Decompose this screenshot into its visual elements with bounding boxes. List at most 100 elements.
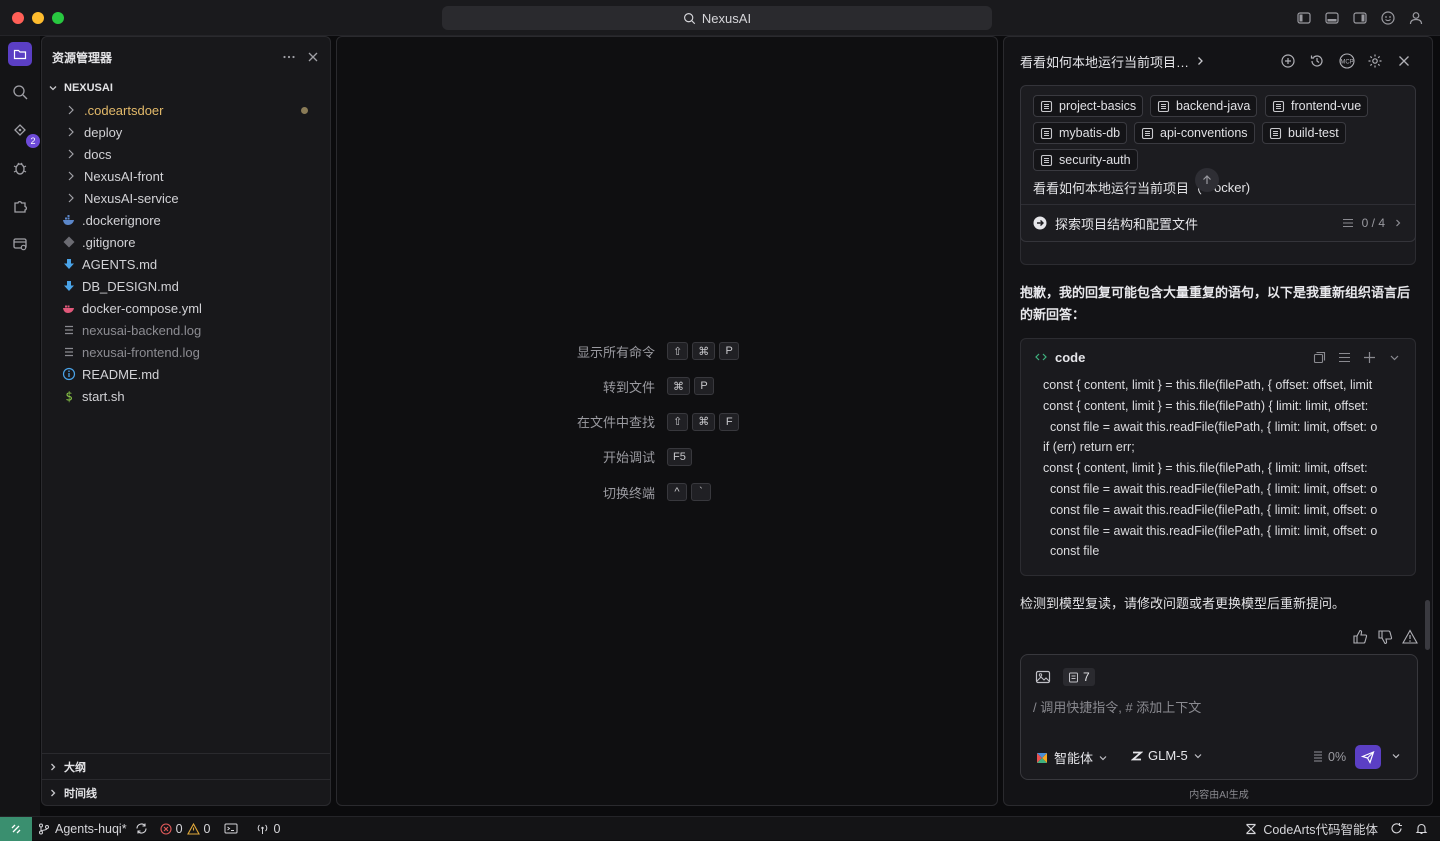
shortcut-label: 显示所有命令	[576, 344, 655, 360]
keycap: ^	[667, 483, 687, 502]
item-label: .codeartsdoer	[84, 102, 164, 118]
remote-explorer-activity-icon[interactable]	[8, 232, 32, 256]
toggle-panel-icon[interactable]	[1324, 10, 1340, 26]
file-item[interactable]: README.md	[42, 363, 330, 385]
terminal-icon[interactable]	[224, 823, 238, 835]
report-warning-icon[interactable]	[1402, 629, 1418, 645]
image-icon[interactable]	[1035, 669, 1051, 685]
toggle-sidebar-icon[interactable]	[1296, 10, 1312, 26]
thumbs-up-icon[interactable]	[1352, 629, 1368, 645]
title-bar: NexusAI	[0, 0, 1440, 36]
copy-icon[interactable]	[1313, 351, 1326, 364]
close-icon[interactable]	[1396, 53, 1412, 69]
keycap: ⇧	[667, 412, 689, 431]
account-icon[interactable]	[1408, 10, 1424, 26]
explorer-activity-icon[interactable]	[8, 42, 32, 66]
context-chip[interactable]: frontend-vue	[1265, 95, 1369, 117]
shortcut-label: 转到文件	[602, 379, 655, 395]
agent-status-label: CodeArts代码智能体	[1263, 823, 1378, 837]
codearts-agent-status[interactable]: CodeArts代码智能体	[1245, 819, 1378, 838]
send-button[interactable]	[1355, 745, 1381, 769]
file-item[interactable]: .gitignore	[42, 231, 330, 253]
toggle-secondary-sidebar-icon[interactable]	[1352, 10, 1368, 26]
file-item[interactable]: DB_DESIGN.md	[42, 275, 330, 297]
context-chip[interactable]: backend-java	[1150, 95, 1258, 117]
history-icon[interactable]	[1309, 53, 1325, 69]
file-item[interactable]: nexusai-frontend.log	[42, 341, 330, 363]
context-count-chip[interactable]: 7	[1063, 668, 1095, 686]
more-actions-icon[interactable]	[282, 50, 296, 64]
new-chat-icon[interactable]	[1280, 53, 1296, 69]
log-icon	[62, 345, 76, 359]
minimize-window-button[interactable]	[32, 12, 44, 24]
editor-area[interactable]: 显示所有命令 ⇧ ⌘ P 转到文件 ⌘ P 在文件中查找 ⇧ ⌘ F 开始调试 F5 切换终端 ^ `	[336, 36, 998, 806]
file-item[interactable]: docker-compose.yml	[42, 297, 330, 319]
source-control-activity-icon[interactable]: 2	[8, 118, 40, 148]
close-icon[interactable]	[306, 50, 320, 64]
activity-bar: 2	[0, 36, 40, 816]
chevron-right-icon	[48, 762, 58, 772]
problems-indicator[interactable]: 0 0	[160, 822, 210, 836]
document-icon	[1141, 127, 1154, 140]
outline-section[interactable]: 大纲	[42, 753, 330, 779]
shortcut-hint: 切换终端 ^ `	[337, 481, 999, 503]
file-item[interactable]: $ start.sh	[42, 385, 330, 407]
file-item[interactable]: AGENTS.md	[42, 253, 330, 275]
chip-label: build-test	[1288, 126, 1339, 140]
file-item[interactable]: nexusai-backend.log	[42, 319, 330, 341]
branch-indicator[interactable]: Agents-huqi*	[38, 822, 127, 836]
shortcut-hint: 转到文件 ⌘ P	[337, 375, 999, 397]
settings-gear-icon[interactable]	[1367, 53, 1383, 69]
task-row[interactable]: 探索项目结构和配置文件 0 / 4	[1021, 204, 1415, 241]
code-line: const file = await this.readFile(filePat…	[1043, 502, 1378, 517]
context-chip[interactable]: build-test	[1262, 122, 1346, 144]
folder-item[interactable]: NexusAI-service	[42, 187, 330, 209]
chat-scrollbar[interactable]	[1425, 600, 1430, 650]
notifications-bell-icon[interactable]	[1415, 822, 1428, 835]
send-options-chevron-icon[interactable]	[1391, 751, 1401, 761]
keycap: P	[719, 342, 740, 360]
code-line: const { content, limit } = this.file(fil…	[1043, 461, 1368, 476]
code-block: code const { content, limit } = this.fil…	[1020, 338, 1416, 576]
timeline-section[interactable]: 时间线	[42, 779, 330, 805]
extensions-activity-icon[interactable]	[8, 194, 32, 218]
code-content[interactable]: const { content, limit } = this.file(fil…	[1043, 375, 1415, 562]
folder-item[interactable]: docs	[42, 143, 330, 165]
chat-title[interactable]: 看看如何本地运行当前项目…	[1020, 52, 1189, 71]
search-activity-icon[interactable]	[8, 80, 32, 104]
keycap: F	[719, 412, 740, 431]
mcp-icon[interactable]: MCP	[1338, 53, 1355, 69]
sync-icon[interactable]	[135, 822, 148, 835]
remote-indicator[interactable]	[0, 816, 32, 841]
context-popover: project-basics backend-java frontend-vue my…	[1020, 85, 1416, 242]
ports-indicator[interactable]: 0	[256, 822, 280, 836]
context-count: 7	[1083, 670, 1090, 684]
explorer-root-folder[interactable]: NEXUSAI	[42, 77, 330, 99]
chevron-down-icon[interactable]	[1388, 351, 1401, 364]
scroll-up-button[interactable]	[1195, 168, 1219, 192]
context-chip[interactable]: project-basics	[1033, 95, 1144, 117]
chevron-right-icon	[64, 147, 78, 161]
list-icon[interactable]	[1338, 351, 1351, 364]
chevron-right-icon[interactable]	[1195, 56, 1205, 66]
context-chip[interactable]: security-auth	[1033, 149, 1138, 171]
plus-icon[interactable]	[1363, 351, 1376, 364]
close-window-button[interactable]	[12, 12, 24, 24]
feedback-smiley-icon[interactable]	[1380, 10, 1396, 26]
keycap: ⌘	[667, 377, 690, 396]
model-selector[interactable]: GLM-5	[1131, 748, 1203, 763]
agent-selector[interactable]: 智能体	[1035, 748, 1108, 767]
context-chip[interactable]: mybatis-db	[1033, 122, 1128, 144]
folder-item[interactable]: .codeartsdoer	[42, 99, 330, 121]
debug-activity-icon[interactable]	[8, 156, 32, 180]
zhipu-logo-icon	[1131, 750, 1143, 762]
folder-item[interactable]: NexusAI-front	[42, 165, 330, 187]
chat-input-field[interactable]: / 调用快捷指令, # 添加上下文	[1033, 697, 1403, 719]
thumbs-down-icon[interactable]	[1377, 629, 1393, 645]
command-search-bar[interactable]: NexusAI	[442, 6, 992, 30]
refresh-icon[interactable]	[1390, 822, 1403, 835]
maximize-window-button[interactable]	[52, 12, 64, 24]
folder-item[interactable]: deploy	[42, 121, 330, 143]
context-chip[interactable]: api-conventions	[1134, 122, 1255, 144]
file-item[interactable]: .dockerignore	[42, 209, 330, 231]
